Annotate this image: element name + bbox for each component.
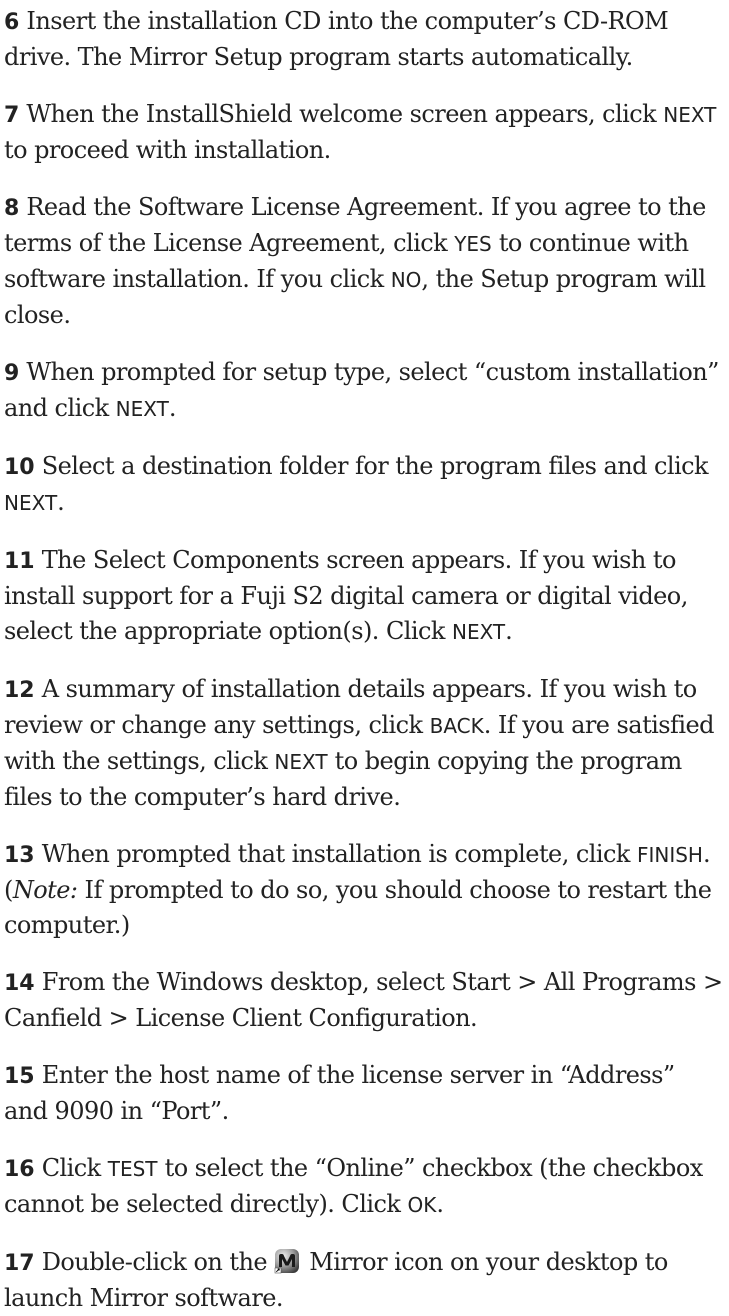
- step-11: 11 The Select Components screen appears.…: [4, 543, 725, 650]
- mirror-app-icon: [274, 1248, 300, 1274]
- step-8: 8 Read the Software License Agreement. I…: [4, 190, 725, 333]
- step-text: .: [57, 488, 65, 516]
- step-text: .: [168, 394, 177, 422]
- step-text: From the Windows desktop, select Start >…: [4, 968, 723, 1032]
- step-text: When prompted for setup type, select “cu…: [4, 358, 719, 422]
- ui-button-label: NEXT: [451, 620, 506, 644]
- step-14: 14 From the Windows desktop, select Star…: [4, 965, 725, 1036]
- step-text: Double-click on the: [41, 1248, 275, 1276]
- note-label: Note:: [12, 876, 78, 904]
- ui-button-label: YES: [454, 232, 492, 256]
- step-13: 13 When prompted that installation is co…: [4, 837, 725, 943]
- step-15: 15 Enter the host name of the license se…: [4, 1058, 725, 1129]
- step-9: 9 When prompted for setup type, select “…: [4, 355, 725, 427]
- ui-button-label: OK: [407, 1193, 437, 1217]
- step-number: 6: [4, 10, 20, 35]
- step-number: 14: [4, 971, 35, 996]
- step-17: 17 Double-click on the Mirror icon on yo…: [4, 1245, 725, 1316]
- ui-button-label: BACK: [429, 714, 484, 738]
- step-number: 8: [4, 196, 20, 221]
- ui-button-label: TEST: [107, 1157, 158, 1181]
- step-text: The Select Components screen appears. If…: [4, 546, 688, 645]
- step-6: 6 Insert the installation CD into the co…: [4, 4, 725, 75]
- step-text: If prompted to do so, you should choose …: [4, 876, 712, 939]
- step-text: Enter the host name of the license serve…: [4, 1061, 675, 1125]
- ui-button-label: NEXT: [4, 491, 58, 515]
- ui-button-label: NEXT: [663, 103, 717, 127]
- ui-button-label: NEXT: [274, 750, 328, 774]
- step-10: 10 Select a destination folder for the p…: [4, 449, 725, 521]
- step-number: 17: [4, 1251, 35, 1276]
- step-text: When the InstallShield welcome screen ap…: [26, 100, 664, 128]
- ui-button-label: NEXT: [115, 397, 169, 421]
- step-text: to proceed with installation.: [4, 136, 331, 164]
- step-text: Select a destination folder for the prog…: [41, 452, 709, 480]
- step-16: 16 Click TEST to select the “Online” che…: [4, 1151, 725, 1223]
- step-text: When prompted that installation is compl…: [41, 840, 637, 868]
- step-number: 9: [4, 361, 20, 386]
- ui-button-label: FINISH: [636, 843, 703, 867]
- step-number: 10: [4, 455, 35, 480]
- step-12: 12 A summary of installation details app…: [4, 672, 725, 815]
- step-number: 7: [4, 103, 20, 128]
- step-text: .: [436, 1190, 444, 1218]
- instruction-page: 6 Insert the installation CD into the co…: [0, 0, 729, 1312]
- step-7: 7 When the InstallShield welcome screen …: [4, 97, 725, 168]
- step-number: 13: [4, 843, 35, 868]
- step-text: Insert the installation CD into the comp…: [4, 7, 669, 71]
- step-number: 15: [4, 1064, 35, 1089]
- step-number: 12: [4, 678, 35, 703]
- step-number: 16: [4, 1157, 35, 1182]
- step-text: .: [505, 617, 513, 645]
- step-number: 11: [4, 549, 35, 574]
- step-text: Click: [41, 1154, 108, 1182]
- ui-button-label: NO: [390, 268, 422, 292]
